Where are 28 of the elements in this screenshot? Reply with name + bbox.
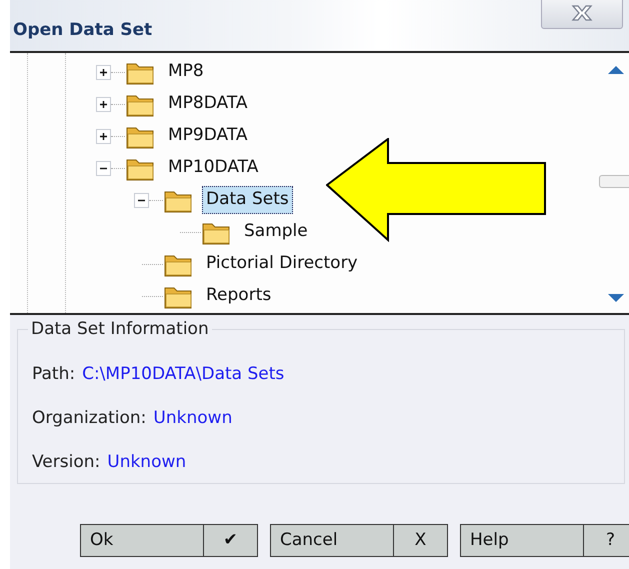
tree-item[interactable]: MP10DATA	[164, 154, 262, 182]
close-icon	[570, 4, 594, 22]
tree-item[interactable]: Pictorial Directory	[202, 250, 362, 278]
expand-icon[interactable]	[96, 96, 111, 112]
scrollbar-thumb[interactable]	[599, 175, 629, 188]
field-label: Organization:	[32, 407, 146, 430]
field-label: Path:	[32, 363, 76, 386]
scroll-up-icon[interactable]	[607, 65, 625, 75]
collapse-icon[interactable]	[96, 160, 111, 176]
tree-item[interactable]: Reports	[202, 282, 276, 310]
field-value: Unknown	[107, 451, 186, 474]
expand-icon[interactable]	[96, 64, 111, 80]
dialog-button[interactable]: Help ?	[460, 524, 629, 557]
expand-icon[interactable]	[96, 128, 111, 144]
field-value: Unknown	[153, 407, 232, 430]
dialog-button[interactable]: Cancel X	[270, 524, 448, 557]
field-value: C:\MP10DATA\Data Sets	[82, 363, 284, 386]
dialog-button[interactable]: Ok ✔	[80, 524, 258, 557]
tree-item[interactable]: MP8DATA	[164, 90, 252, 118]
tree-item[interactable]: MP9DATA	[164, 122, 252, 150]
tree-item[interactable]: MP8	[164, 58, 208, 86]
field-label: Version:	[32, 451, 100, 474]
tree-item[interactable]: Data Sets	[202, 186, 293, 214]
close-button[interactable]	[541, 0, 623, 29]
tree-item[interactable]: Sample	[240, 218, 312, 246]
collapse-icon[interactable]	[134, 192, 149, 208]
scroll-down-icon[interactable]	[607, 293, 625, 303]
window-title: Open Data Set	[13, 18, 152, 42]
